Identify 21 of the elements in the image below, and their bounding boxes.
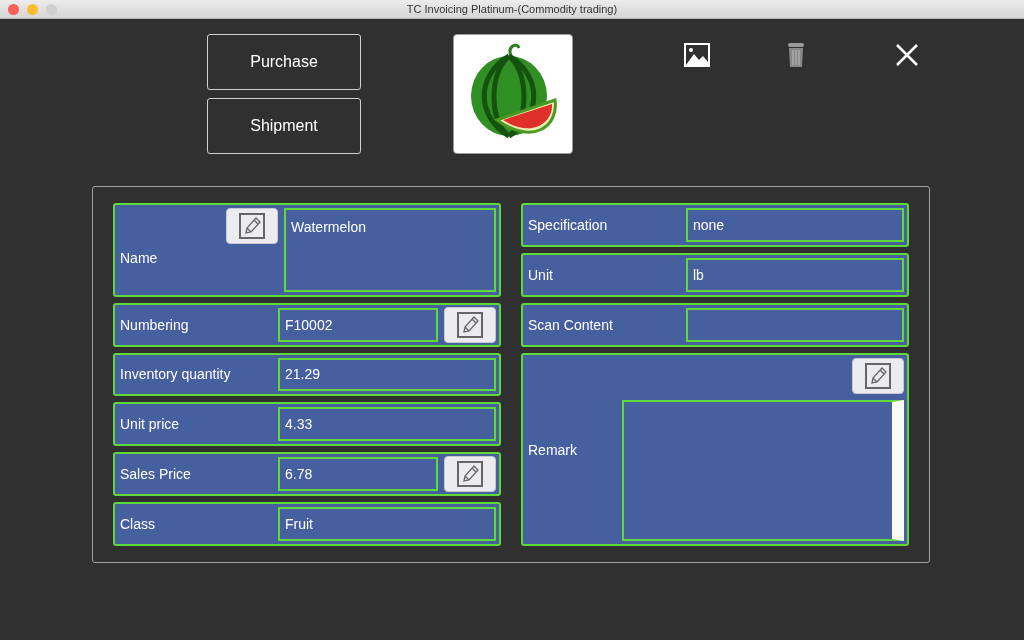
action-button[interactable]: Purchase [207, 34, 361, 90]
field-label: Class [120, 516, 156, 533]
text-field[interactable]: F10002 [278, 307, 438, 342]
text-field[interactable]: Watermelon [284, 208, 496, 292]
text-field[interactable]: 6.78 [278, 457, 438, 492]
field-label: Remark [528, 441, 578, 458]
action-button[interactable]: Shipment [207, 98, 361, 154]
window-title: TC Invoicing Platinum-(Commodity trading) [406, 3, 618, 15]
field-label: Sales Price [120, 466, 192, 483]
field-label: Inventory quantity [120, 366, 232, 383]
text-field[interactable]: none [686, 208, 904, 242]
field-label: Unit [528, 267, 554, 283]
text-field[interactable]: 21.29 [278, 357, 496, 392]
text-field[interactable]: Fruit [278, 507, 496, 541]
field-label: Specification [528, 217, 609, 233]
field-label: Unit price [120, 416, 181, 433]
text-field[interactable]: lb [686, 258, 904, 292]
field-label: Numbering [120, 316, 190, 333]
field-label: Scan Content [528, 317, 614, 333]
field-label: Name [120, 250, 158, 266]
text-field[interactable]: 4.33 [278, 407, 496, 442]
